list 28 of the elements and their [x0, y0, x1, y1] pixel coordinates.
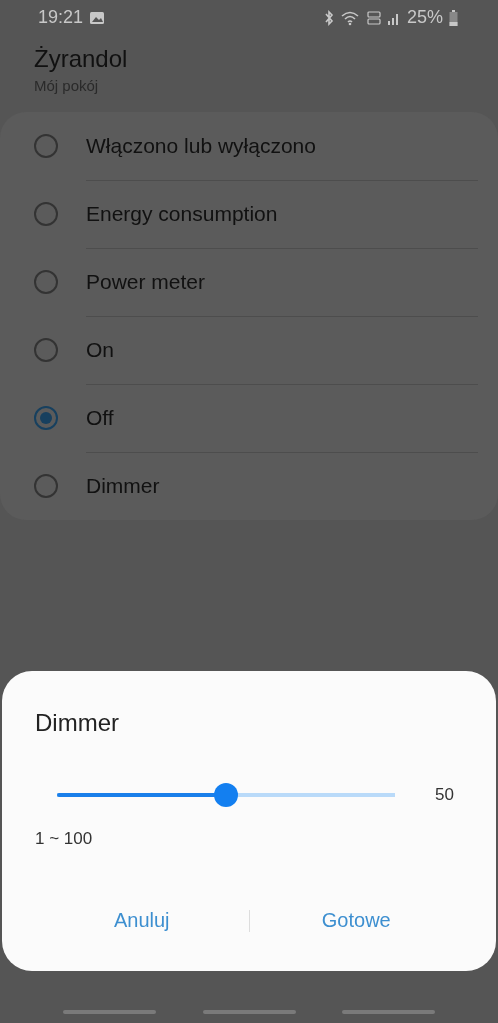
image-icon [89, 10, 106, 25]
radio-button[interactable] [34, 270, 58, 294]
option-item[interactable]: Włączono lub wyłączono [0, 112, 498, 180]
dialog-title: Dimmer [35, 709, 120, 737]
device-title: Żyrandol [34, 45, 129, 73]
radio-button[interactable] [34, 202, 58, 226]
option-item[interactable]: On [0, 316, 498, 384]
bluetooth-icon [322, 9, 335, 26]
option-item[interactable]: Energy consumption [0, 180, 498, 248]
slider-thumb[interactable] [214, 783, 238, 807]
radio-button[interactable] [34, 474, 58, 498]
nav-bar-handle[interactable] [342, 1010, 435, 1014]
range-label: 1 ~ 100 [35, 829, 94, 849]
option-item[interactable]: Off [0, 384, 498, 452]
wifi-icon [340, 9, 361, 26]
battery-percent: 25% [406, 7, 443, 28]
slider-value: 50 [435, 785, 454, 805]
option-item[interactable]: Dimmer [0, 452, 498, 520]
dialog-button[interactable]: Gotowe [249, 903, 463, 938]
nav-bar-handle[interactable] [202, 1010, 296, 1014]
nav-bar-handle[interactable] [63, 1010, 156, 1014]
radio-button[interactable] [34, 406, 58, 430]
radio-button[interactable] [34, 338, 58, 362]
clock: 19:21 [38, 7, 84, 28]
dialog-button[interactable]: Anuluj [35, 903, 249, 938]
option-item[interactable]: Power meter [0, 248, 498, 316]
radio-button[interactable] [34, 134, 58, 158]
battery-icon [449, 9, 458, 26]
